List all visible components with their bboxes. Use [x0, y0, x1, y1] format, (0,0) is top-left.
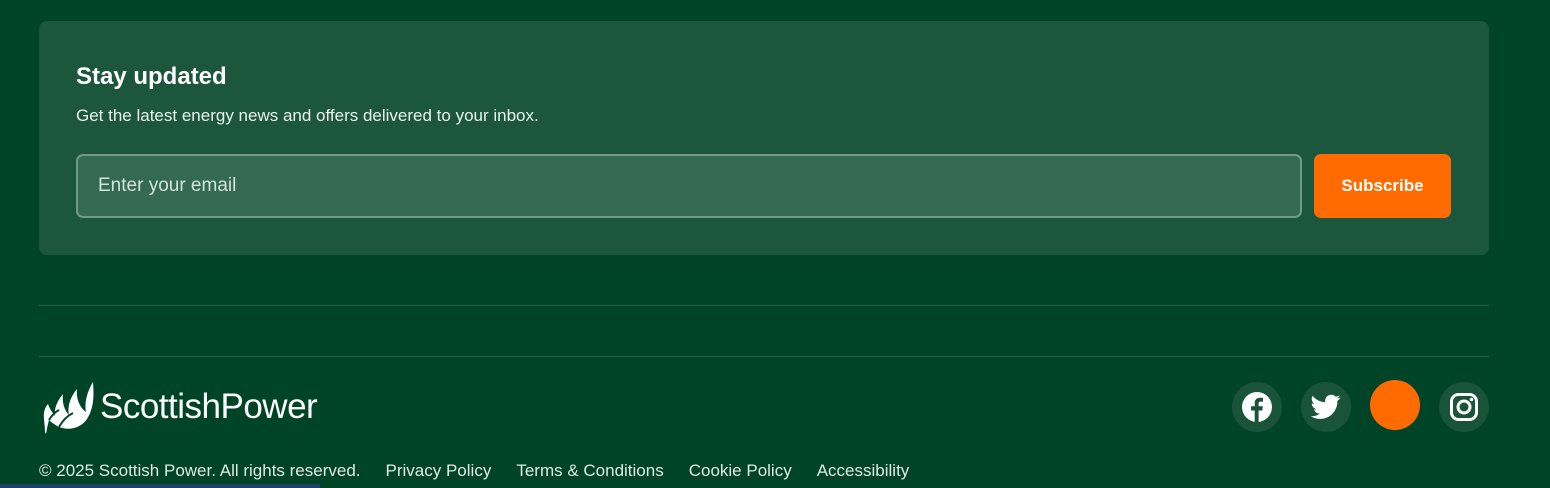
terms-conditions-link[interactable]: Terms & Conditions — [516, 460, 663, 482]
scottishpower-logo[interactable]: ScottishPower — [39, 380, 318, 434]
facebook-icon — [1242, 392, 1272, 422]
footer-legal: © 2025 Scottish Power. All rights reserv… — [39, 460, 934, 482]
instagram-link[interactable] — [1439, 382, 1489, 432]
email-input[interactable] — [76, 154, 1302, 218]
page-scroll-indicator — [0, 484, 320, 488]
twitter-icon — [1311, 394, 1341, 419]
divider — [39, 305, 1489, 306]
flame-leaves-icon — [43, 382, 94, 434]
privacy-policy-link[interactable]: Privacy Policy — [386, 460, 492, 482]
accessibility-link[interactable]: Accessibility — [817, 460, 910, 482]
brand-name: ScottishPower — [100, 387, 318, 426]
highlighted-social-link[interactable] — [1370, 380, 1420, 430]
newsletter-description: Get the latest energy news and offers de… — [76, 106, 539, 125]
subscribe-button[interactable]: Subscribe — [1314, 154, 1451, 218]
cookie-policy-link[interactable]: Cookie Policy — [689, 460, 792, 482]
divider — [39, 356, 1489, 357]
copyright-text: © 2025 Scottish Power. All rights reserv… — [39, 461, 361, 480]
facebook-link[interactable] — [1232, 382, 1282, 432]
newsletter-title: Stay updated — [76, 63, 227, 90]
instagram-icon — [1450, 393, 1478, 421]
newsletter-card: Stay updated Get the latest energy news … — [39, 21, 1489, 255]
twitter-link[interactable] — [1301, 382, 1351, 432]
